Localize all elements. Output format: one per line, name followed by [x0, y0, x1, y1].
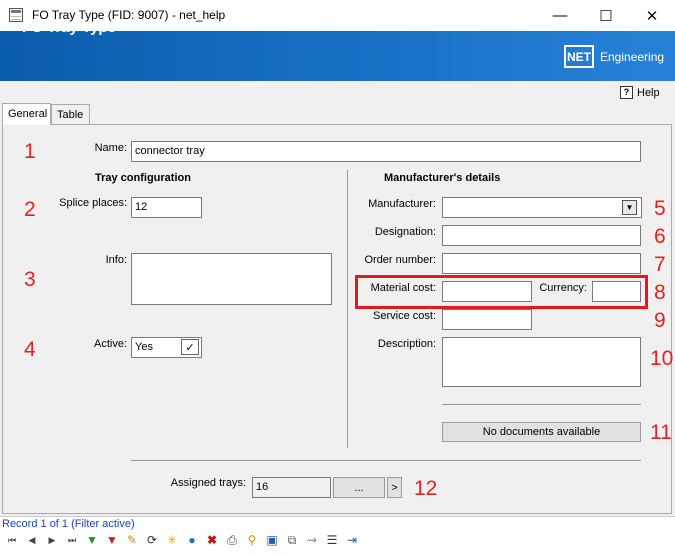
select-icon[interactable]: ▣ — [264, 532, 280, 548]
manufacturer-dropdown[interactable] — [442, 197, 642, 218]
name-input[interactable]: connector tray — [131, 141, 641, 162]
service-cost-input[interactable] — [442, 309, 532, 330]
designation-label: Designation: — [374, 226, 436, 238]
material-cost-input[interactable] — [442, 281, 532, 302]
globe-icon[interactable]: ● — [184, 532, 200, 548]
search-icon[interactable]: ⚲ — [244, 532, 260, 548]
first-record-icon[interactable]: ⏮ — [4, 532, 20, 548]
annotation-8: 8 — [654, 281, 666, 304]
assigned-trays-count: 16 — [252, 477, 331, 498]
order-number-input[interactable] — [442, 253, 641, 274]
assigned-trays-browse-button[interactable]: ... — [333, 477, 385, 498]
close-window-icon[interactable]: ✕ — [629, 0, 675, 31]
service-cost-label: Service cost: — [373, 310, 436, 322]
previous-record-icon[interactable]: ◀ — [24, 532, 40, 548]
documents-divider — [442, 404, 641, 405]
list-edit-icon[interactable]: ☰ — [324, 532, 340, 548]
annotation-4: 4 — [24, 338, 36, 361]
active-value: Yes — [135, 341, 153, 353]
brand-logo-text: Engineering — [600, 50, 665, 64]
annotation-11: 11 — [650, 421, 672, 444]
tray-configuration-header: Tray configuration — [95, 172, 191, 184]
edit-icon[interactable]: ✎ — [124, 532, 140, 548]
annotation-10: 10 — [650, 347, 674, 370]
exit-icon[interactable]: ⇥ — [344, 532, 360, 548]
assigned-divider — [131, 460, 641, 461]
filter-remove-icon[interactable]: ▼ — [104, 532, 120, 548]
annotation-5: 5 — [654, 197, 666, 220]
minimize-icon[interactable]: — — [537, 0, 583, 31]
print-icon[interactable]: ⎙ — [224, 532, 240, 548]
manufacturer-details-header: Manufacturer's details — [384, 172, 501, 184]
section-divider — [347, 170, 348, 448]
app-window-icon — [9, 8, 23, 22]
manufacturer-label: Manufacturer: — [368, 198, 436, 210]
info-label: Info: — [105, 254, 127, 266]
record-status: Record 1 of 1 (Filter active) — [2, 518, 135, 530]
brand-logo: NET — [564, 45, 594, 68]
tab-table[interactable]: Table — [51, 104, 90, 124]
active-label: Active: — [93, 338, 127, 350]
currency-input[interactable] — [592, 281, 641, 302]
maximize-icon[interactable]: ☐ — [583, 0, 629, 31]
splice-places-label: Splice places: — [59, 197, 127, 209]
currency-label: Currency: — [539, 282, 587, 294]
annotation-9: 9 — [654, 309, 666, 332]
page-title: FO Tray Type — [22, 19, 116, 36]
new-record-icon[interactable]: ✳ — [164, 532, 180, 548]
tab-general[interactable]: General — [2, 103, 51, 125]
delete-icon[interactable]: ✖ — [204, 532, 220, 548]
designation-input[interactable] — [442, 225, 641, 246]
annotation-6: 6 — [654, 225, 666, 248]
navigation-toolbar: ⏮ ◀ ▶ ⏭ ▼ ▼ ✎ ⟳ ✳ ● ✖ ⎙ ⚲ ▣ ⧉ ⇝ ☰ ⇥ — [4, 531, 360, 549]
chevron-down-icon[interactable]: ▼ — [622, 200, 637, 215]
last-record-icon[interactable]: ⏭ — [64, 532, 80, 548]
copy-icon[interactable]: ⧉ — [284, 532, 300, 548]
annotation-12: 12 — [414, 477, 438, 500]
splice-places-input[interactable]: 12 — [131, 197, 202, 218]
annotation-3: 3 — [24, 268, 36, 291]
order-number-label: Order number: — [364, 254, 436, 266]
documents-button[interactable]: No documents available — [442, 422, 641, 442]
refresh-icon[interactable]: ⟳ — [144, 532, 160, 548]
description-textarea[interactable] — [442, 337, 641, 387]
assigned-trays-label: Assigned trays: — [170, 477, 246, 489]
assigned-trays-next-button[interactable]: > — [387, 477, 402, 498]
help-label: Help — [637, 86, 660, 99]
annotation-1: 1 — [24, 140, 36, 163]
active-checkbox[interactable]: ✓ — [181, 339, 199, 355]
info-textarea[interactable] — [131, 253, 332, 305]
name-label: Name: — [94, 142, 127, 154]
description-label: Description: — [377, 338, 436, 350]
annotation-7: 7 — [654, 253, 666, 276]
route-icon[interactable]: ⇝ — [304, 532, 320, 548]
filter-add-icon[interactable]: ▼ — [84, 532, 100, 548]
help-button[interactable]: ? Help — [620, 86, 660, 99]
material-cost-label: Material cost: — [370, 282, 436, 294]
next-record-icon[interactable]: ▶ — [44, 532, 60, 548]
annotation-2: 2 — [24, 198, 36, 221]
help-icon: ? — [620, 86, 633, 99]
